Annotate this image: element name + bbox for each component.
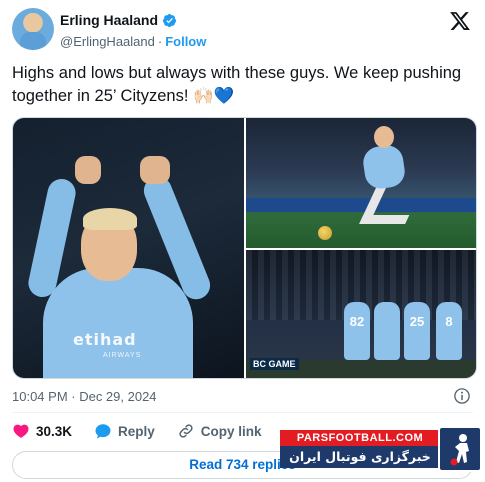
player-fist-left: [75, 156, 101, 184]
link-icon: [179, 424, 193, 438]
reply-icon: [95, 424, 111, 439]
watermark-tagline: خبرگزاری فوتبال ایران: [280, 446, 440, 468]
player-back: 25: [404, 302, 430, 360]
shirt-sponsor: etihad: [73, 330, 137, 349]
tweet-text: Highs and lows but always with these guy…: [12, 64, 462, 105]
advertising-board: [246, 198, 476, 212]
author-name-row: Erling Haaland: [60, 12, 177, 28]
footballer-logo-icon: [450, 434, 469, 466]
heart-icon: [13, 424, 29, 438]
photo-running[interactable]: [246, 118, 476, 248]
player-back: [374, 302, 400, 360]
follow-button[interactable]: Follow: [165, 34, 206, 49]
player-shirt: [43, 268, 193, 378]
football: [318, 226, 332, 240]
tweet-timestamp[interactable]: 10:04 PM · Dec 29, 2024: [12, 389, 157, 404]
player-hair: [83, 208, 137, 230]
parsfootball-watermark: PARSFOOTBALL.COM خبرگزاری فوتبال ایران: [280, 426, 482, 474]
x-logo-icon[interactable]: [449, 10, 471, 32]
runner-body: [361, 143, 407, 191]
runner-legs: [359, 186, 423, 224]
author-display-name[interactable]: Erling Haaland: [60, 12, 158, 28]
media-grid: etihad AIRWAYS 82 25 8 BC GAME: [12, 117, 477, 379]
photo-celebration[interactable]: etihad AIRWAYS: [13, 118, 244, 378]
watermark-site: PARSFOOTBALL.COM: [280, 430, 440, 446]
action-bar: 30.3K Reply Copy link: [12, 422, 284, 440]
author-handle[interactable]: @ErlingHaaland: [60, 34, 155, 49]
avatar[interactable]: [12, 8, 54, 50]
watermark-logo: [438, 426, 482, 472]
verified-badge-icon: [162, 13, 177, 27]
like-button[interactable]: 30.3K: [12, 422, 72, 440]
info-icon[interactable]: [453, 387, 471, 405]
runner-head: [374, 126, 394, 148]
divider: [12, 412, 473, 413]
player-back: 82: [344, 302, 370, 360]
tweet-card: Erling Haaland @ErlingHaaland · Follow Hig…: [0, 0, 485, 482]
reply-button[interactable]: Reply: [94, 422, 155, 440]
copy-link-button[interactable]: Copy link: [177, 422, 262, 440]
shirt-sponsor-sub: AIRWAYS: [103, 352, 142, 359]
separator-dot: ·: [157, 34, 163, 49]
player-fist-right: [140, 156, 170, 184]
author-handle-row: @ErlingHaaland · Follow: [60, 34, 206, 49]
copy-link-label: Copy link: [200, 423, 262, 439]
player-back: 8: [436, 302, 462, 360]
photo-team-huddle[interactable]: 82 25 8 BC GAME: [246, 250, 476, 378]
board-sponsor: BC GAME: [250, 358, 299, 370]
like-count: 30.3K: [36, 423, 73, 439]
reply-label: Reply: [118, 423, 155, 439]
